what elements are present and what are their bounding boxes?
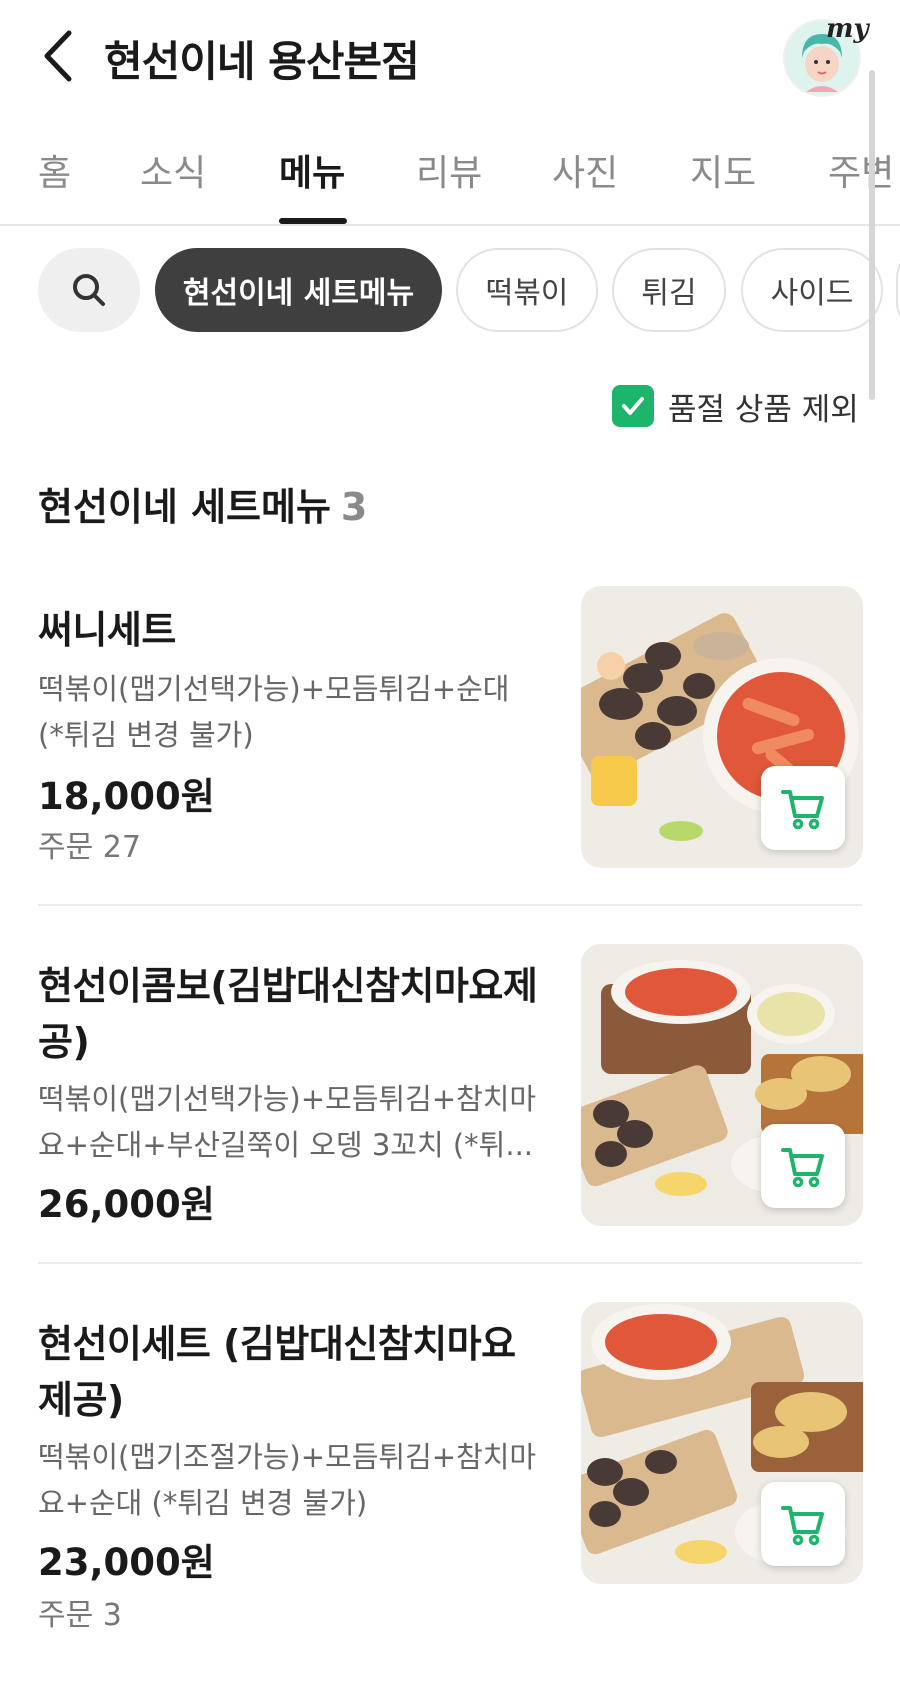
exclude-sold-out-label: 품절 상품 제외 <box>668 391 859 428</box>
item-price: 18,000원 <box>38 775 215 818</box>
back-button[interactable] <box>30 24 86 88</box>
my-label: my <box>826 14 869 44</box>
chip-set-menu[interactable]: 현선이네 세트메뉴 <box>155 248 442 332</box>
cart-icon <box>781 1148 824 1188</box>
add-to-cart-button[interactable] <box>761 766 845 850</box>
item-photo <box>581 586 863 868</box>
item-photo <box>581 1302 863 1584</box>
section-title-text: 현선이네 세트메뉴 <box>38 485 331 529</box>
item-name: 현선이콤보(김밥대신참치마요제공) <box>38 964 538 1064</box>
item-name: 현선이세트 (김밥대신참치마요제공) <box>38 1322 516 1422</box>
divider <box>38 1262 862 1264</box>
menu-search-button[interactable] <box>38 248 140 332</box>
section-title: 현선이네 세트메뉴 3 <box>38 476 367 531</box>
tab-home[interactable]: 홈 <box>38 144 71 196</box>
divider <box>38 904 862 906</box>
active-tab-indicator <box>279 218 347 224</box>
item-order-count: 주문 27 <box>38 830 141 865</box>
category-chips: 현선이네 세트메뉴 떡볶이 튀김 사이드 <box>0 248 900 334</box>
tab-photos[interactable]: 사진 <box>552 144 618 196</box>
chip-side[interactable]: 사이드 <box>741 248 883 332</box>
item-description: 떡볶이(맵기조절가능)+모듬튀김+참치마요+순대 (*튀김 변경 불가) <box>38 1440 537 1520</box>
item-description: 떡볶이(맵기선택가능)+모듬튀김+참치마요+순대+부산길쭉이 오뎅 3꼬치 (*… <box>38 1082 537 1162</box>
store-title: 현선이네 용산본점 <box>104 37 420 86</box>
item-order-count: 주문 3 <box>38 1598 122 1633</box>
add-to-cart-button[interactable] <box>761 1482 845 1566</box>
item-photo <box>581 944 863 1226</box>
chevron-left-icon <box>44 30 72 82</box>
item-description: 떡볶이(맵기선택가능)+모듬튀김+순대 (*튀김 변경 불가) <box>38 672 510 752</box>
tab-reviews[interactable]: 리뷰 <box>416 144 482 196</box>
item-name: 써니세트 <box>38 608 176 652</box>
exclude-sold-out-toggle[interactable]: 품절 상품 제외 <box>612 384 859 428</box>
cart-icon <box>781 1506 824 1546</box>
tab-map[interactable]: 지도 <box>690 144 756 196</box>
tab-bar: 홈 소식 메뉴 리뷰 사진 지도 주변 <box>0 130 900 226</box>
tab-menu[interactable]: 메뉴 <box>279 144 345 196</box>
tab-news[interactable]: 소식 <box>140 144 206 196</box>
tab-nearby[interactable]: 주변 <box>828 144 894 196</box>
section-count: 3 <box>340 485 368 529</box>
menu-item[interactable]: 써니세트 떡볶이(맵기선택가능)+모듬튀김+순대 (*튀김 변경 불가) 18,… <box>0 580 900 880</box>
chip-fried[interactable]: 튀김 <box>612 248 726 332</box>
add-to-cart-button[interactable] <box>761 1124 845 1208</box>
header: 현선이네 용산본점 my <box>0 0 900 118</box>
check-icon <box>622 397 644 415</box>
search-icon <box>73 274 105 306</box>
cart-icon <box>781 790 824 830</box>
menu-item[interactable]: 현선이콤보(김밥대신참치마요제공) 떡볶이(맵기선택가능)+모듬튀김+참치마요+… <box>0 940 900 1240</box>
chip-more[interactable] <box>896 248 900 332</box>
chip-tteokbokki[interactable]: 떡볶이 <box>456 248 598 332</box>
checkbox-checked[interactable] <box>612 385 654 427</box>
item-price: 26,000원 <box>38 1183 215 1226</box>
menu-item[interactable]: 현선이세트 (김밥대신참치마요제공) 떡볶이(맵기조절가능)+모듬튀김+참치마요… <box>0 1298 900 1638</box>
scrollbar[interactable] <box>869 70 875 400</box>
item-price: 23,000원 <box>38 1541 215 1584</box>
